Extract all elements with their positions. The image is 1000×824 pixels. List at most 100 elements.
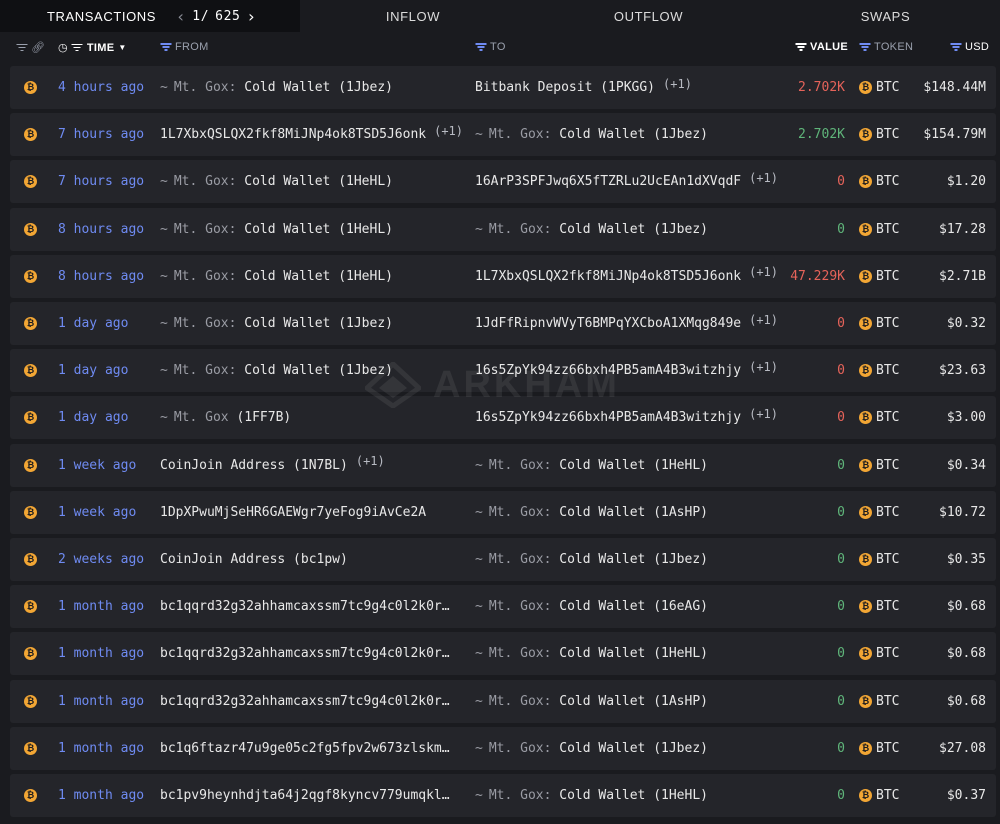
tab-inflow[interactable]: INFLOW <box>300 0 526 32</box>
to-address[interactable]: 1JdFfRipnvWVyT6BMPqYXCboA1XMqg849e <box>475 316 741 331</box>
tab-transactions[interactable]: TRANSACTIONS ‹ 1/ 625 › <box>0 0 300 32</box>
from-entity[interactable]: Mt. Gox: <box>174 174 237 189</box>
to-address[interactable]: Cold Wallet (1HeHL) <box>551 646 708 661</box>
to-address[interactable]: 1L7XbxQSLQX2fkf8MiJNp4ok8TSD5J6onk <box>475 269 741 284</box>
time-link[interactable]: 1 month ago <box>58 680 144 723</box>
next-page-icon[interactable]: › <box>240 7 262 26</box>
token-symbol[interactable]: BTC <box>876 599 899 614</box>
token-symbol[interactable]: BTC <box>876 363 899 378</box>
token-symbol[interactable]: BTC <box>876 410 899 425</box>
to-extra-count[interactable]: (+1) <box>749 313 778 327</box>
from-address[interactable]: bc1qqrd32g32ahhamcaxssm7tc9g4c0l2k0r… <box>160 599 450 614</box>
to-entity[interactable]: Mt. Gox: <box>489 646 552 661</box>
to-filter-icon[interactable] <box>475 43 486 51</box>
time-link[interactable]: 4 hours ago <box>58 66 144 109</box>
to-address[interactable]: Cold Wallet (16eAG) <box>551 599 708 614</box>
table-row[interactable]: ₿ 1 day ago ~ Mt. Gox: Cold Wallet (1Jbez) 1… <box>10 302 996 345</box>
to-address[interactable]: Cold Wallet (1HeHL) <box>551 458 708 473</box>
from-filter-icon[interactable] <box>160 43 171 51</box>
to-address[interactable]: 16s5ZpYk94zz66bxh4PB5amA4B3witzhjy <box>475 363 741 378</box>
to-address[interactable]: Cold Wallet (1Jbez) <box>551 127 708 142</box>
from-entity[interactable]: Mt. Gox: <box>174 269 237 284</box>
from-address[interactable]: Cold Wallet (1HeHL) <box>236 174 393 189</box>
from-extra-count[interactable]: (+1) <box>356 454 385 468</box>
header-value[interactable]: VALUE <box>795 41 848 53</box>
header-from[interactable]: FROM <box>160 41 209 53</box>
from-entity[interactable]: Mt. Gox <box>174 410 229 425</box>
token-symbol[interactable]: BTC <box>876 127 899 142</box>
from-address[interactable]: bc1pv9heynhdjta64j2qgf8kyncv779umqkl… <box>160 788 450 803</box>
token-symbol[interactable]: BTC <box>876 174 899 189</box>
table-row[interactable]: ₿ 1 day ago ~ Mt. Gox: Cold Wallet (1Jbez) 1… <box>10 349 996 393</box>
table-row[interactable]: ₿ 8 hours ago ~ Mt. Gox: Cold Wallet (1HeHL… <box>10 254 996 298</box>
table-row[interactable]: ₿ 2 weeks ago CoinJoin Address (bc1pw) ~ Mt.… <box>10 538 996 581</box>
time-link[interactable]: 1 day ago <box>58 349 128 392</box>
to-entity[interactable]: Mt. Gox: <box>489 505 552 520</box>
table-row[interactable]: ₿ 7 hours ago 1L7XbxQSLQX2fkf8MiJNp4ok8TSD… <box>10 113 996 157</box>
token-symbol[interactable]: BTC <box>876 316 899 331</box>
from-address[interactable]: (1FF7B) <box>229 410 291 425</box>
token-symbol[interactable]: BTC <box>876 694 899 709</box>
from-address[interactable]: CoinJoin Address (1N7BL) <box>160 458 348 473</box>
to-address[interactable]: Cold Wallet (1Jbez) <box>551 222 708 237</box>
table-row[interactable]: ₿ 1 month ago bc1pv9heynhdjta64j2qgf8kyncv… <box>10 774 996 817</box>
token-symbol[interactable]: BTC <box>876 505 899 520</box>
time-link[interactable]: 8 hours ago <box>58 255 144 298</box>
header-to[interactable]: TO <box>475 41 506 53</box>
token-symbol[interactable]: BTC <box>876 269 899 284</box>
to-address[interactable]: Cold Wallet (1Jbez) <box>551 741 708 756</box>
time-link[interactable]: 1 month ago <box>58 727 144 770</box>
table-row[interactable]: ₿ 8 hours ago ~ Mt. Gox: Cold Wallet (1HeHL… <box>10 207 996 251</box>
to-extra-count[interactable]: (+1) <box>749 265 778 279</box>
table-row[interactable]: ₿ 7 hours ago ~ Mt. Gox: Cold Wallet (1HeHL… <box>10 160 996 204</box>
to-extra-count[interactable]: (+1) <box>663 77 692 91</box>
prev-page-icon[interactable]: ‹ <box>170 7 192 26</box>
token-symbol[interactable]: BTC <box>876 552 899 567</box>
table-row[interactable]: ₿ 1 month ago bc1q6ftazr47u9ge05c2fg5fpv2w… <box>10 726 996 770</box>
table-row[interactable]: ₿ 1 month ago bc1qqrd32g32ahhamcaxssm7tc9g… <box>10 585 996 629</box>
table-row[interactable]: ₿ 4 hours ago ~ Mt. Gox: Cold Wallet (1Jbez… <box>10 66 996 109</box>
from-address[interactable]: bc1q6ftazr47u9ge05c2fg5fpv2w673zlskm… <box>160 741 450 756</box>
from-address[interactable]: bc1qqrd32g32ahhamcaxssm7tc9g4c0l2k0r… <box>160 646 450 661</box>
sort-down-icon[interactable]: ▼ <box>118 43 126 52</box>
time-link[interactable]: 1 week ago <box>58 444 136 487</box>
header-token[interactable]: TOKEN <box>859 41 913 53</box>
from-entity[interactable]: Mt. Gox: <box>174 222 237 237</box>
time-link[interactable]: 1 month ago <box>58 632 144 675</box>
to-address[interactable]: 16ArP3SPFJwq6X5fTZRLu2UcEAn1dXVqdF <box>475 174 741 189</box>
from-entity[interactable]: Mt. Gox: <box>174 80 237 95</box>
to-entity[interactable]: Mt. Gox: <box>489 694 552 709</box>
to-address[interactable]: 16s5ZpYk94zz66bxh4PB5amA4B3witzhjy <box>475 410 741 425</box>
from-address[interactable]: 1DpXPwuMjSeHR6GAEWgr7yeFog9iAvCe2A <box>160 505 426 520</box>
table-row[interactable]: ₿ 1 month ago bc1qqrd32g32ahhamcaxssm7tc9g… <box>10 632 996 676</box>
to-extra-count[interactable]: (+1) <box>749 407 778 421</box>
to-address[interactable]: Bitbank Deposit (1PKGG) <box>475 80 655 95</box>
time-link[interactable]: 1 month ago <box>58 774 144 817</box>
token-symbol[interactable]: BTC <box>876 646 899 661</box>
from-extra-count[interactable]: (+1) <box>434 124 463 138</box>
to-entity[interactable]: Mt. Gox: <box>489 458 552 473</box>
from-address[interactable]: Cold Wallet (1Jbez) <box>236 363 393 378</box>
from-address[interactable]: 1L7XbxQSLQX2fkf8MiJNp4ok8TSD5J6onk <box>160 127 426 142</box>
time-link[interactable]: 7 hours ago <box>58 113 144 156</box>
to-extra-count[interactable]: (+1) <box>749 171 778 185</box>
to-entity[interactable]: Mt. Gox: <box>489 222 552 237</box>
table-row[interactable]: ₿ 1 day ago ~ Mt. Gox (1FF7B) 16s5ZpYk94zz66… <box>10 396 996 440</box>
time-link[interactable]: 8 hours ago <box>58 208 144 251</box>
time-link[interactable]: 1 day ago <box>58 302 128 345</box>
to-entity[interactable]: Mt. Gox: <box>489 127 552 142</box>
to-address[interactable]: Cold Wallet (1AsHP) <box>551 505 708 520</box>
time-link[interactable]: 1 day ago <box>58 396 128 439</box>
time-link[interactable]: 2 weeks ago <box>58 538 144 581</box>
token-symbol[interactable]: BTC <box>876 788 899 803</box>
time-link[interactable]: 1 week ago <box>58 491 136 534</box>
from-address[interactable]: Cold Wallet (1Jbez) <box>236 316 393 331</box>
from-entity[interactable]: Mt. Gox: <box>174 316 237 331</box>
from-address[interactable]: Cold Wallet (1HeHL) <box>236 222 393 237</box>
token-symbol[interactable]: BTC <box>876 222 899 237</box>
time-filter-icon[interactable] <box>71 43 83 52</box>
to-entity[interactable]: Mt. Gox: <box>489 788 552 803</box>
from-address[interactable]: Cold Wallet (1Jbez) <box>236 80 393 95</box>
to-entity[interactable]: Mt. Gox: <box>489 552 552 567</box>
table-row[interactable]: ₿ 1 week ago 1DpXPwuMjSeHR6GAEWgr7yeFog9iA… <box>10 490 996 534</box>
